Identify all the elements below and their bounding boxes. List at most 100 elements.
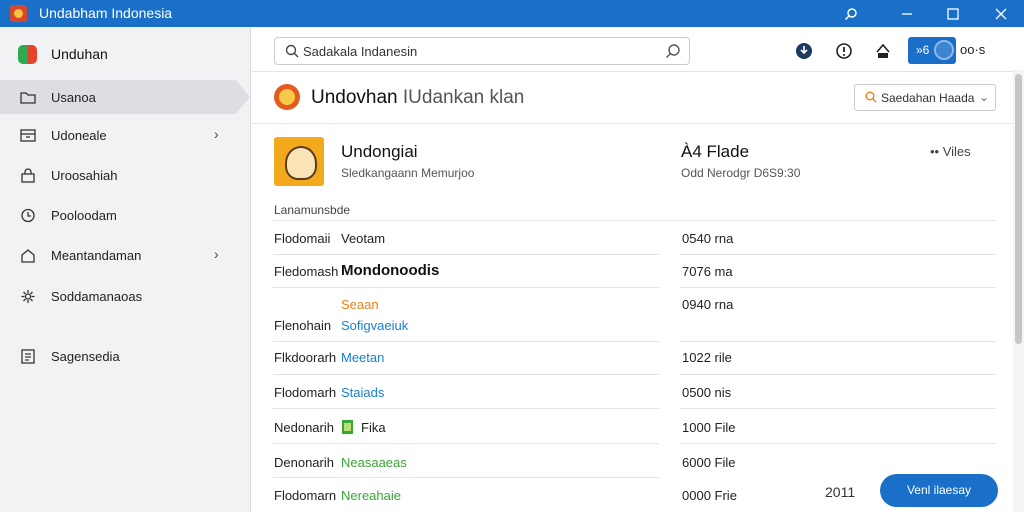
row-divider [680,374,996,375]
row-divider [273,477,659,478]
row-name: Flodomarn [274,488,337,503]
row-size: 1022 rile [682,350,732,365]
row-divider [273,341,659,342]
file-name: Undongiai [341,142,418,161]
sidebar-item-label: Uroosahiah [51,168,118,183]
chevron-right-icon: › [214,246,219,262]
page-title: Undovhan IUdankan klan [311,87,524,109]
file-thumbnail[interactable] [274,137,324,186]
search-input[interactable]: Sadakala Indanesin [274,37,690,65]
page-title-main: Undovhan [311,87,398,108]
row-name: Flodomarh [274,385,337,400]
row-value: Meetan [341,350,385,365]
window-title: Undabham Indonesia [39,5,173,21]
section-divider [273,220,996,221]
upload-icon [876,43,890,58]
row-size: 6000 File [682,455,736,470]
app-logo-icon [10,5,27,22]
sidebar-item-udoneale[interactable]: Udoneale › [0,118,250,152]
sidebar-item-uroosahiah[interactable]: Uroosahiah [0,158,250,192]
sidebar-item-pooloodam[interactable]: Pooloodam [0,198,250,232]
row-name: Nedonarih [274,420,334,435]
sidebar-item-label: Soddamanaoas [51,289,143,304]
search-text: Sadakala Indanesin [303,44,418,59]
search-icon [844,7,857,20]
file-size: À4 Flade [681,142,750,161]
chevron-right-icon: › [214,126,219,142]
maximize-icon [947,7,959,20]
sidebar-item-label: Sagensedia [51,349,120,364]
more-options-button[interactable]: oo·s [960,42,985,57]
year-label: 2011 [825,484,856,500]
sidebar-item-meantandaman[interactable]: Meantandaman › [0,238,250,272]
lock-icon [21,168,35,183]
title-search-button[interactable] [828,0,874,27]
row-value: Mondonoodis [341,262,440,279]
download-button[interactable] [791,38,817,64]
row-size: 0540 rna [682,231,734,246]
folder-icon [20,92,36,104]
row-name: Denonarih [274,455,334,470]
file-type-icon [342,420,353,434]
toolbar-divider [252,71,1013,72]
document-icon [21,349,35,364]
close-button[interactable] [978,0,1024,27]
home-icon [21,249,35,263]
row-name: Flkdoorarh [274,350,337,365]
page-title-sub: IUdankan klan [402,87,525,108]
upload-button[interactable] [870,38,896,64]
active-toolbar-label: »6 [916,43,930,57]
row-value: Fika [361,420,386,435]
row-value: Staiads [341,385,385,400]
row-divider [680,443,996,444]
row-name: Flenohain [274,318,332,333]
archive-icon [20,129,36,142]
row-divider [680,341,996,342]
minimize-icon [902,12,912,15]
download-icon [796,43,812,59]
minimize-button[interactable] [884,0,930,27]
sidebar-item-soddamanaoas[interactable]: Soddamanaoas [0,279,250,313]
row-divider [273,287,659,288]
views-count: •• Viles [930,144,971,159]
folder-logo-icon [274,84,300,110]
maximize-button[interactable] [930,0,976,27]
search-icon [865,91,877,103]
sidebar-item-usanoa[interactable]: Usanoa [0,80,250,114]
row-value: Seaan [341,297,379,312]
scrollbar[interactable] [1013,70,1024,512]
row-size: 0940 rna [682,297,734,312]
file-description: Sledkangaann Memurjoo [341,166,475,180]
row-size: 7076 ma [682,264,733,279]
row-value: Neasaaeas [341,455,407,470]
active-toolbar-button[interactable]: »6 [908,37,956,64]
row-divider [680,287,996,288]
gear-icon [21,290,35,303]
info-icon [836,43,852,59]
row-value: Sofigvaeiuk [341,318,409,333]
sidebar-item-sagensedia[interactable]: Sagensedia [0,339,250,373]
search-submit-icon[interactable] [665,43,681,59]
close-icon [995,8,1007,19]
row-value: Veotam [341,231,386,246]
sidebar-app-header[interactable]: Unduhan [0,39,250,69]
primary-action-button[interactable]: Venl ilaesay [880,474,998,507]
row-size: 0000 Frie [682,488,737,503]
section-label: Lanamunsbde [274,203,351,217]
scrollbar-thumb[interactable] [1015,74,1022,344]
sidebar-item-label: Meantandaman [51,248,142,263]
row-divider [273,254,659,255]
file-meta: Odd Nerodgr D6S9:30 [681,166,801,180]
header-divider [252,123,1013,124]
row-divider [273,374,659,375]
sidebar-item-label: Usanoa [51,90,96,105]
filter-label: Saedahan Haada [881,91,975,105]
clock-icon [21,208,35,223]
info-button[interactable] [831,38,857,64]
sidebar: Unduhan Usanoa Udoneale › Uroosahiah Poo… [0,27,251,512]
chevron-down-icon: ⌄ [979,90,990,104]
filter-dropdown[interactable]: Saedahan Haada ⌄ [854,84,996,111]
row-name: Flodomaii [274,231,331,246]
profile-circle-icon [934,40,954,60]
title-bar: Undabham Indonesia [0,0,1024,27]
